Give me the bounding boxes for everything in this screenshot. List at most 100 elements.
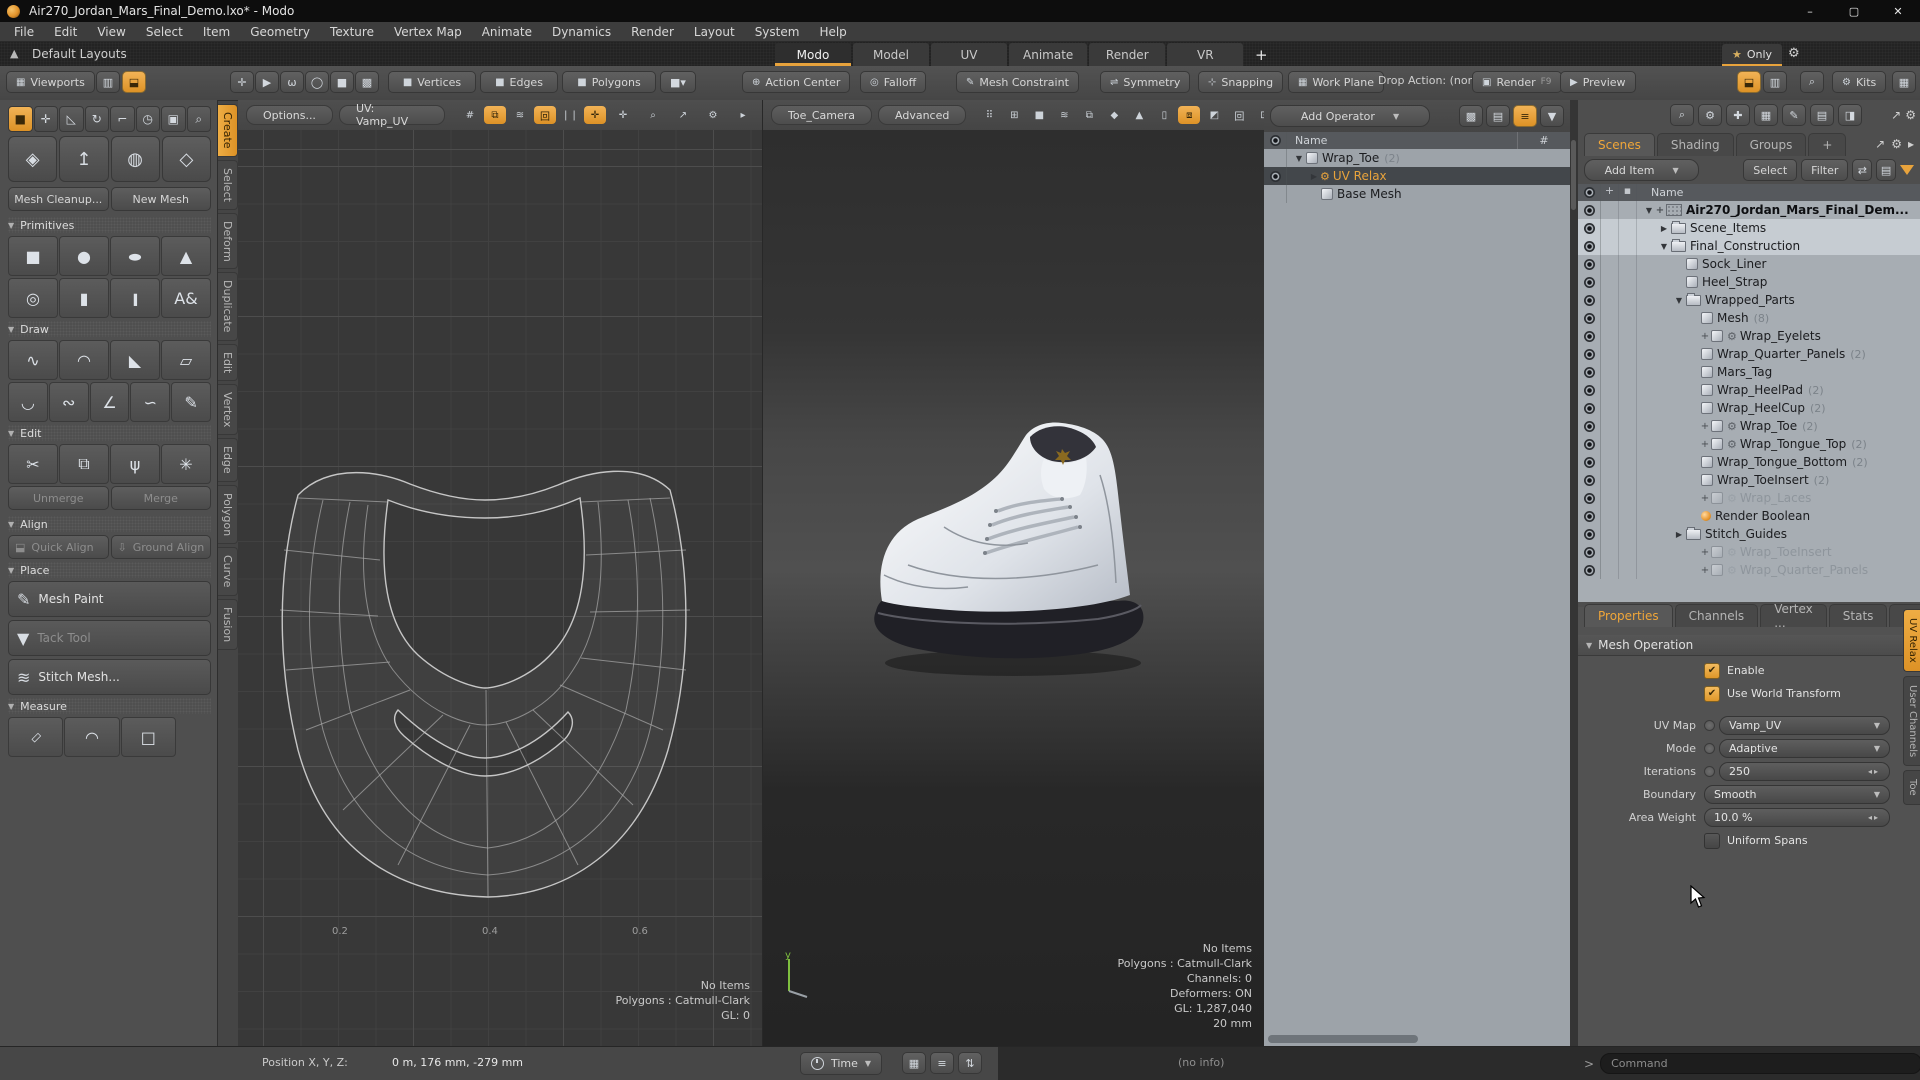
mode-vertices[interactable]: ■Vertices: [388, 71, 476, 93]
eye-icon[interactable]: [1584, 313, 1595, 324]
eye-icon[interactable]: [1584, 403, 1595, 414]
lock-cell[interactable]: [1619, 525, 1637, 543]
expand-plus-icon[interactable]: +: [1700, 565, 1710, 576]
tab-groups[interactable]: Groups: [1736, 133, 1807, 156]
lock-cell[interactable]: [1619, 417, 1637, 435]
expand-plus-icon[interactable]: +: [1655, 205, 1665, 216]
sliders-icon[interactable]: ⇅: [958, 1052, 982, 1074]
falloff-sphere-tool[interactable]: ◍: [111, 136, 160, 182]
copy-tool[interactable]: ⧉: [59, 444, 109, 484]
render-toggle-cell[interactable]: [1601, 327, 1619, 345]
shade-icon[interactable]: ◨: [1838, 104, 1862, 126]
cone-tool[interactable]: ▲: [161, 236, 211, 276]
lock-cell[interactable]: [1619, 471, 1637, 489]
falloff-button[interactable]: ◎Falloff: [860, 71, 926, 93]
tab-channels[interactable]: Channels: [1675, 604, 1759, 627]
unmerge-button[interactable]: Unmerge: [8, 486, 109, 510]
default-layouts-label[interactable]: Default Layouts: [32, 47, 127, 61]
triangle-tool[interactable]: ◣: [110, 340, 160, 380]
tree-row[interactable]: Wrap_Tongue_Bottom(2): [1578, 453, 1920, 471]
side-tab-edit[interactable]: Edit: [218, 344, 238, 381]
3d-quad-icon[interactable]: ⊞: [1003, 106, 1025, 124]
number-field-area-weight[interactable]: 10.0 %◂▸: [1704, 808, 1890, 827]
render-toggle-cell[interactable]: [1601, 507, 1619, 525]
3d-page-icon[interactable]: ▯: [1153, 106, 1175, 124]
dropdown-uv-map[interactable]: Vamp_UV▼: [1719, 716, 1890, 735]
radius-icon[interactable]: ◯: [305, 71, 329, 93]
props-side-tab-toe[interactable]: Toe: [1903, 770, 1920, 805]
lock-cell[interactable]: [1619, 291, 1637, 309]
measure-box-tool[interactable]: □: [121, 717, 176, 757]
tree-row[interactable]: +⚙Wrap_ToeInsert: [1578, 543, 1920, 561]
uv-map-button[interactable]: UV: Vamp_UV: [339, 105, 445, 125]
shading-mode-button[interactable]: Advanced: [878, 105, 966, 125]
render-toggle-cell[interactable]: [1601, 309, 1619, 327]
lock-cell[interactable]: [1619, 327, 1637, 345]
menu-system[interactable]: System: [745, 22, 810, 42]
render-toggle-cell[interactable]: [1601, 291, 1619, 309]
uv-canvas[interactable]: 0.2 0.4 0.6 No ItemsPolygons : Catmull-C…: [238, 130, 762, 1047]
render-toggle-cell[interactable]: [1601, 237, 1619, 255]
mesh-operation-section-header[interactable]: ▼ Mesh Operation: [1578, 635, 1920, 656]
eye-icon[interactable]: [1584, 295, 1595, 306]
stitch-mesh-tool[interactable]: ≋Stitch Mesh...: [8, 659, 211, 695]
render-toggle-cell[interactable]: [1601, 489, 1619, 507]
lock-cell[interactable]: [1619, 237, 1637, 255]
render-toggle-cell[interactable]: [1601, 255, 1619, 273]
tree-row[interactable]: Mars_Tag: [1578, 363, 1920, 381]
tree-row[interactable]: +⚙Wrap_Quarter_Panels: [1578, 561, 1920, 579]
new-mesh-button[interactable]: New Mesh: [111, 187, 212, 211]
add-item-icon[interactable]: ✚: [1726, 104, 1750, 126]
menu-item[interactable]: Item: [193, 22, 240, 42]
render-toggle-cell[interactable]: [1601, 363, 1619, 381]
menu-texture[interactable]: Texture: [320, 22, 384, 42]
render-toggle-cell[interactable]: [1601, 543, 1619, 561]
side-tab-create[interactable]: Create: [218, 104, 238, 157]
squiggle-tool[interactable]: ∽: [130, 382, 170, 422]
section-measure[interactable]: ▼Measure: [8, 698, 211, 714]
render-toggle-cell[interactable]: [1601, 219, 1619, 237]
patch-tool[interactable]: ◠: [59, 340, 109, 380]
side-tab-vertex[interactable]: Vertex: [218, 384, 238, 435]
uv-nav-move-icon[interactable]: ✛: [612, 106, 634, 124]
eye-icon[interactable]: [1584, 331, 1595, 342]
uv-uv-box-icon[interactable]: 回: [534, 106, 556, 124]
hands-icon[interactable]: ω: [280, 71, 304, 93]
channel-dot-icon[interactable]: [1704, 766, 1715, 777]
mesh-paint-tool[interactable]: ✎Mesh Paint: [8, 581, 211, 617]
uv-nav-zoom-icon[interactable]: ⌕: [642, 106, 664, 124]
side-tab-fusion[interactable]: Fusion: [218, 599, 238, 650]
helix-tool[interactable]: ∿: [8, 340, 58, 380]
tab-modo[interactable]: Modo: [775, 43, 851, 66]
bezier-tool[interactable]: ∾: [49, 382, 89, 422]
number-field-iterations[interactable]: 250◂▸: [1719, 762, 1890, 781]
sketch-tool[interactable]: ✎: [171, 382, 211, 422]
layout-thumb-icon[interactable]: ▥: [96, 71, 120, 93]
3d-waves-icon[interactable]: ≋: [1053, 106, 1075, 124]
3d-boxed-icon[interactable]: 回: [1228, 106, 1250, 124]
3d-half-icon[interactable]: ◩: [1203, 106, 1225, 124]
detail-view-icon[interactable]: ≡: [1513, 105, 1537, 127]
render-toggle-cell[interactable]: [1601, 471, 1619, 489]
layout-switch-icon[interactable]: ⬓: [1737, 71, 1761, 93]
mode-polygons[interactable]: ■Polygons: [562, 71, 656, 93]
lock-cell[interactable]: [1619, 561, 1637, 579]
ground-align-button[interactable]: ⇩Ground Align: [111, 535, 212, 559]
uv-nav-fit-icon[interactable]: ↗: [672, 106, 694, 124]
props-side-tab-user-channels[interactable]: User Channels: [1903, 676, 1920, 766]
3d-solid-icon[interactable]: ■: [1028, 106, 1050, 124]
stamp-tool-tab[interactable]: ▣: [161, 106, 186, 132]
lock-cell[interactable]: [1619, 345, 1637, 363]
uv-pivot-icon[interactable]: ✛: [584, 106, 606, 124]
side-tab-polygon[interactable]: Polygon: [218, 485, 238, 544]
eye-icon[interactable]: [1584, 457, 1595, 468]
kits-button[interactable]: ⚙Kits: [1832, 71, 1886, 93]
only-button[interactable]: ★ Only: [1722, 44, 1782, 67]
section-edit[interactable]: ▼Edit: [8, 425, 211, 441]
capsule-tool[interactable]: ▮: [110, 278, 160, 318]
expander-icon[interactable]: ▶: [1658, 224, 1670, 233]
tree-row[interactable]: +⚙Wrap_Laces: [1578, 489, 1920, 507]
lock-cell[interactable]: [1619, 201, 1637, 219]
3d-person-icon[interactable]: ◆: [1103, 106, 1125, 124]
tree-row[interactable]: Sock_Liner: [1578, 255, 1920, 273]
